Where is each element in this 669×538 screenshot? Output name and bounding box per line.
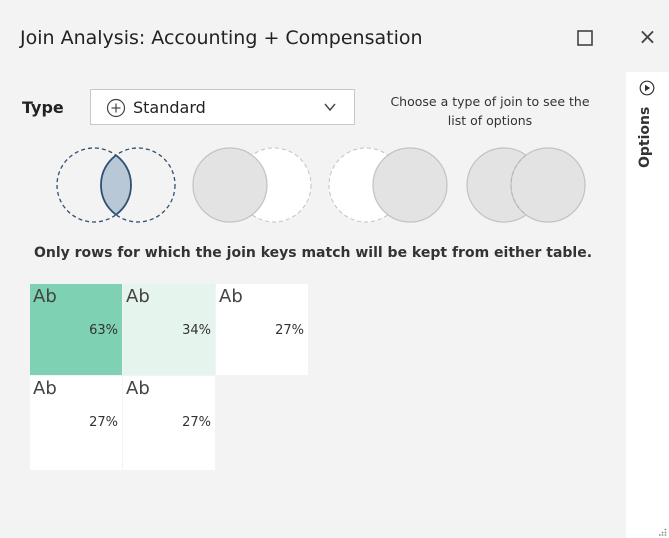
close-button[interactable]: × (626, 26, 669, 50)
field-tile[interactable]: Ab 63% (30, 284, 122, 375)
match-percent: 27% (89, 415, 118, 430)
field-type-icon: Ab (33, 378, 57, 399)
type-label: Type (22, 98, 64, 117)
maximize-button[interactable] (575, 28, 595, 48)
outer-join-venn-icon (466, 147, 586, 223)
panel-title: Join Analysis: Accounting + Compensation (20, 27, 423, 49)
join-description: Only rows for which the join keys match … (33, 245, 593, 261)
chevron-down-icon (324, 103, 336, 112)
right-join-venn-icon (328, 147, 448, 223)
field-type-icon: Ab (126, 286, 150, 307)
play-circle-icon[interactable] (639, 80, 655, 96)
match-percent: 34% (182, 323, 211, 338)
field-type-icon: Ab (219, 286, 243, 307)
options-side-panel: × Options (626, 0, 669, 538)
join-type-selected-value: Standard (133, 98, 206, 117)
join-analysis-panel: Join Analysis: Accounting + Compensation… (0, 0, 626, 538)
field-type-icon: Ab (33, 286, 57, 307)
resize-grip-icon[interactable] (659, 528, 667, 536)
match-percent: 27% (182, 415, 211, 430)
field-tile[interactable]: Ab 34% (123, 284, 215, 375)
field-tile[interactable]: Ab 27% (30, 376, 122, 470)
plus-circle-icon (106, 98, 126, 118)
field-type-icon: Ab (126, 378, 150, 399)
inner-join-venn-icon (56, 147, 176, 223)
field-tile[interactable]: Ab 27% (216, 284, 308, 375)
join-type-hint: Choose a type of join to see the list of… (390, 94, 590, 128)
match-percent: 63% (89, 323, 118, 338)
match-percent: 27% (275, 323, 304, 338)
left-join-venn-icon (192, 147, 312, 223)
left-join-option[interactable] (190, 143, 314, 227)
maximize-icon (577, 30, 593, 46)
outer-join-option[interactable] (464, 143, 588, 227)
inner-join-option[interactable] (54, 143, 178, 227)
field-tile[interactable]: Ab 27% (123, 376, 215, 470)
right-join-option[interactable] (326, 143, 450, 227)
options-strip: Options (626, 72, 669, 538)
join-type-dropdown[interactable]: Standard (90, 89, 355, 125)
options-tab-label[interactable]: Options (637, 107, 653, 168)
